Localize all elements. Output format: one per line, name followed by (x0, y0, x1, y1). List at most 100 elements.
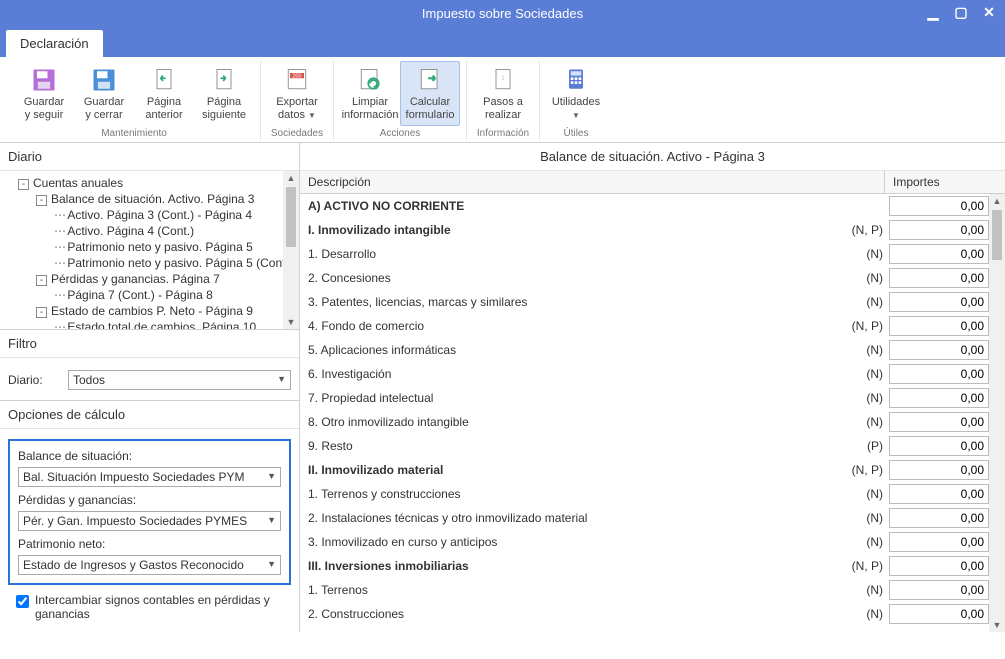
row-desc: 7. Propiedad intelectual (300, 389, 843, 407)
table-row: 3. Inmovilizado en curso y anticipos(N) (300, 530, 989, 554)
amount-input[interactable] (889, 244, 989, 264)
amount-input[interactable] (889, 196, 989, 216)
tree-item-label: Balance de situación. Activo. Página 3 (51, 192, 254, 206)
row-value-cell (889, 244, 989, 264)
row-tag: (N) (843, 535, 889, 549)
ribbon-group-mantenimiento: Guardary seguir Guardary cerrar Páginaan… (8, 61, 261, 140)
scroll-down-icon[interactable]: ▼ (283, 315, 299, 329)
tree-item[interactable]: -Balance de situación. Activo. Página 3 (4, 191, 295, 207)
save-close-button[interactable]: Guardary cerrar (74, 61, 134, 126)
tree-item[interactable]: -Pérdidas y ganancias. Página 7 (4, 271, 295, 287)
row-tag: (N) (843, 343, 889, 357)
tree-toggle-icon[interactable]: - (18, 179, 29, 190)
calculate-form-button[interactable]: Calcularformulario (400, 61, 460, 126)
row-value-cell (889, 460, 989, 480)
tree-toggle-icon[interactable]: - (36, 195, 47, 206)
ribbon-tabbar: Declaración (0, 26, 1005, 57)
row-desc: 2. Construcciones (300, 605, 843, 623)
pdf-icon (487, 66, 519, 94)
row-desc: 3. Inmovilizado en curso y anticipos (300, 533, 843, 551)
scroll-up-icon[interactable]: ▲ (283, 171, 299, 185)
chevron-down-icon: ▼ (572, 111, 580, 120)
amount-input[interactable] (889, 292, 989, 312)
row-value-cell (889, 556, 989, 576)
col-header-desc: Descripción (300, 171, 885, 193)
table-row: III. Inversiones inmobiliarias(N, P) (300, 554, 989, 578)
tree-toggle-icon[interactable]: - (36, 275, 47, 286)
export-data-button[interactable]: 200 Exportardatos ▼ (267, 61, 327, 126)
tree-item[interactable]: -Cuentas anuales (4, 175, 295, 191)
tree-toggle-icon[interactable]: - (36, 307, 47, 318)
amount-input[interactable] (889, 340, 989, 360)
filter-diario-select[interactable]: Todos ▼ (68, 370, 291, 390)
row-value-cell (889, 388, 989, 408)
amount-input[interactable] (889, 580, 989, 600)
tree-item-label: Pérdidas y ganancias. Página 7 (51, 272, 220, 286)
steps-button[interactable]: Pasos arealizar (473, 61, 533, 126)
scroll-thumb[interactable] (286, 187, 296, 247)
swap-signs-label: Intercambiar signos contables en pérdida… (35, 593, 283, 621)
amount-input[interactable] (889, 364, 989, 384)
row-desc: 8. Otro inmovilizado intangible (300, 413, 843, 431)
row-tag: (N) (843, 415, 889, 429)
row-desc: 5. Aplicaciones informáticas (300, 341, 843, 359)
utilities-label: Utilidades▼ (552, 96, 600, 121)
amount-input[interactable] (889, 316, 989, 336)
scroll-thumb[interactable] (992, 210, 1002, 260)
amount-input[interactable] (889, 508, 989, 528)
amount-input[interactable] (889, 604, 989, 624)
save-continue-button[interactable]: Guardary seguir (14, 61, 74, 126)
amount-input[interactable] (889, 460, 989, 480)
amount-input[interactable] (889, 268, 989, 288)
amount-input[interactable] (889, 220, 989, 240)
tree-item[interactable]: ⋯ Estado total de cambios. Página 10 (4, 319, 295, 329)
minimize-button[interactable]: ▁ (925, 4, 941, 21)
balance-select[interactable]: Bal. Situación Impuesto Sociedades PYM ▼ (18, 467, 281, 487)
tree-item[interactable]: ⋯ Patrimonio neto y pasivo. Página 5 (Co… (4, 255, 295, 271)
amount-input[interactable] (889, 412, 989, 432)
row-tag: (N) (843, 487, 889, 501)
patrimonio-value: Estado de Ingresos y Gastos Reconocido (23, 558, 244, 572)
tree-scrollbar[interactable]: ▲ ▼ (283, 171, 299, 329)
ribbon-group-informacion: Pasos arealizar Información (467, 61, 540, 140)
filter-diario-value: Todos (73, 373, 105, 387)
amount-input[interactable] (889, 532, 989, 552)
row-tag: (N) (843, 295, 889, 309)
svg-text:200: 200 (293, 73, 302, 79)
amount-input[interactable] (889, 484, 989, 504)
table-row: 5. Aplicaciones informáticas(N) (300, 338, 989, 362)
scroll-down-icon[interactable]: ▼ (989, 618, 1005, 632)
chevron-down-icon: ▼ (267, 515, 276, 525)
tree-item[interactable]: ⋯ Patrimonio neto y pasivo. Página 5 (4, 239, 295, 255)
prev-page-button[interactable]: Páginaanterior (134, 61, 194, 126)
page-forward-icon (208, 66, 240, 94)
close-button[interactable]: ✕ (981, 4, 997, 21)
tree-item[interactable]: -Estado de cambios P. Neto - Página 9 (4, 303, 295, 319)
tree-item[interactable]: ⋯ Página 7 (Cont.) - Página 8 (4, 287, 295, 303)
grid-scrollbar[interactable]: ▲ ▼ (989, 194, 1005, 632)
tree-item[interactable]: ⋯ Activo. Página 3 (Cont.) - Página 4 (4, 207, 295, 223)
maximize-button[interactable]: ▢ (953, 4, 969, 21)
tree-item[interactable]: ⋯ Activo. Página 4 (Cont.) (4, 223, 295, 239)
scroll-up-icon[interactable]: ▲ (989, 194, 1005, 208)
row-value-cell (889, 508, 989, 528)
filter-diario-row: Diario: Todos ▼ (8, 370, 291, 390)
amount-input[interactable] (889, 436, 989, 456)
perdidas-select[interactable]: Pér. y Gan. Impuesto Sociedades PYMES ▼ (18, 511, 281, 531)
row-desc: III. Inversiones inmobiliarias (300, 557, 843, 575)
row-value-cell (889, 532, 989, 552)
tree-leaf-icon: ⋯ (54, 240, 67, 254)
calculate-form-label: Calcularformulario (406, 96, 455, 121)
utilities-button[interactable]: Utilidades▼ (546, 61, 606, 126)
amount-input[interactable] (889, 388, 989, 408)
clear-info-button[interactable]: Limpiarinformación (340, 61, 400, 126)
tab-declaracion[interactable]: Declaración (6, 30, 103, 57)
row-desc: I. Inmovilizado intangible (300, 221, 843, 239)
steps-label: Pasos arealizar (483, 96, 523, 121)
row-tag: (P) (843, 439, 889, 453)
row-tag: (N) (843, 607, 889, 621)
amount-input[interactable] (889, 556, 989, 576)
next-page-button[interactable]: Páginasiguiente (194, 61, 254, 126)
patrimonio-select[interactable]: Estado de Ingresos y Gastos Reconocido ▼ (18, 555, 281, 575)
swap-signs-checkbox[interactable] (16, 595, 29, 608)
